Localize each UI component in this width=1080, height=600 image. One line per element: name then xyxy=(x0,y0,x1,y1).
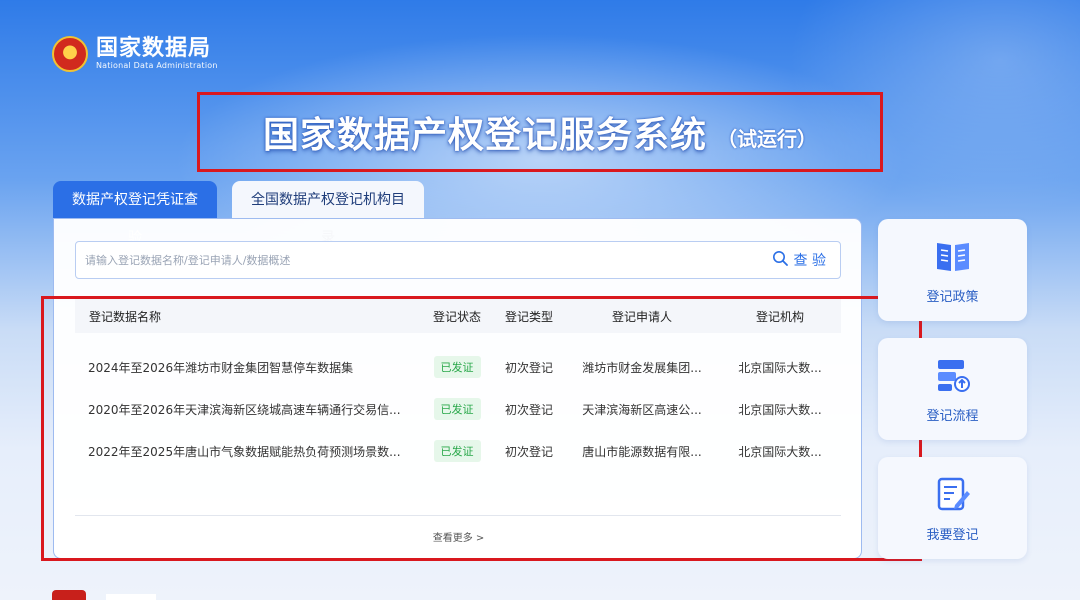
tab-certificate-verification[interactable]: 数据产权登记凭证查验 xyxy=(53,181,217,246)
logo-text: 国家数据局 National Data Administration xyxy=(96,37,218,71)
search-input[interactable] xyxy=(76,242,758,278)
row-applicant: 天津滨海新区高速公... xyxy=(582,402,702,417)
row-data-name[interactable]: 2020年至2026年天津滨海新区绕城高速车辆通行交易信... xyxy=(75,401,421,418)
row-status-cell: 已发证 xyxy=(421,398,493,420)
row-status-cell: 已发证 xyxy=(421,440,493,462)
side-card-apply-registration[interactable]: 我要登记 xyxy=(878,457,1027,559)
row-status-cell: 已发证 xyxy=(421,356,493,378)
column-header-agency: 登记机构 xyxy=(755,309,804,324)
search-icon xyxy=(772,250,788,270)
logo-cn-name: 国家数据局 xyxy=(96,36,212,61)
side-card-label: 登记流程 xyxy=(926,408,979,424)
table-row[interactable]: 2024年至2026年潍坊市财金集团智慧停车数据集 已发证 初次登记 潍坊市财金… xyxy=(75,346,841,388)
row-type: 初次登记 xyxy=(504,444,553,459)
page-title: 国家数据产权登记服务系统 xyxy=(262,115,707,156)
verification-panel: 查 验 登记数据名称 登记状态 登记类型 登记申请人 登记机构 2024年至20… xyxy=(53,218,862,559)
row-agency: 北京国际大数... xyxy=(738,360,822,375)
page-title-banner: 国家数据产权登记服务系统 （试运行） xyxy=(197,92,883,172)
policy-book-icon xyxy=(933,236,973,280)
side-card-registration-process[interactable]: 登记流程 xyxy=(878,338,1027,440)
column-header-applicant: 登记申请人 xyxy=(611,309,672,324)
row-applicant: 唐山市能源数据有限... xyxy=(582,444,702,459)
table-header: 登记数据名称 登记状态 登记类型 登记申请人 登记机构 xyxy=(75,299,841,333)
search-bar: 查 验 xyxy=(75,241,841,279)
footer-logo-mark xyxy=(106,594,156,600)
row-type: 初次登记 xyxy=(504,402,553,417)
verify-button-label: 查 验 xyxy=(793,253,826,269)
view-more-link[interactable]: 查看更多 > xyxy=(54,529,863,544)
row-type: 初次登记 xyxy=(504,360,553,375)
national-emblem-icon xyxy=(52,36,88,72)
verify-button[interactable]: 查 验 xyxy=(758,242,840,278)
status-badge: 已发证 xyxy=(433,398,481,420)
logo-en-name: National Data Administration xyxy=(96,61,218,70)
page-title-note: （试运行） xyxy=(717,126,817,151)
status-badge: 已发证 xyxy=(433,356,481,378)
side-card-label: 我要登记 xyxy=(926,527,979,543)
column-header-type: 登记类型 xyxy=(504,309,553,324)
table-divider xyxy=(75,515,841,516)
tab-registration-agency-directory[interactable]: 全国数据产权登记机构目录 xyxy=(232,181,424,246)
table-row[interactable]: 2020年至2026年天津滨海新区绕城高速车辆通行交易信... 已发证 初次登记… xyxy=(75,388,841,430)
status-badge: 已发证 xyxy=(433,440,481,462)
process-flow-icon xyxy=(933,355,973,399)
register-edit-icon xyxy=(933,474,973,518)
row-agency: 北京国际大数... xyxy=(738,402,822,417)
side-card-label: 登记政策 xyxy=(926,289,979,305)
site-logo[interactable]: 国家数据局 National Data Administration xyxy=(52,36,218,72)
row-data-name[interactable]: 2024年至2026年潍坊市财金集团智慧停车数据集 xyxy=(75,359,421,376)
footer-emblem-icon xyxy=(52,590,86,600)
row-applicant: 潍坊市财金发展集团... xyxy=(582,360,702,375)
side-card-registration-policy[interactable]: 登记政策 xyxy=(878,219,1027,321)
column-header-status: 登记状态 xyxy=(432,309,481,324)
row-data-name[interactable]: 2022年至2025年唐山市气象数据赋能热负荷预测场景数... xyxy=(75,443,421,460)
row-agency: 北京国际大数... xyxy=(738,444,822,459)
column-header-name: 登记数据名称 xyxy=(89,309,162,324)
table-row[interactable]: 2022年至2025年唐山市气象数据赋能热负荷预测场景数... 已发证 初次登记… xyxy=(75,430,841,472)
